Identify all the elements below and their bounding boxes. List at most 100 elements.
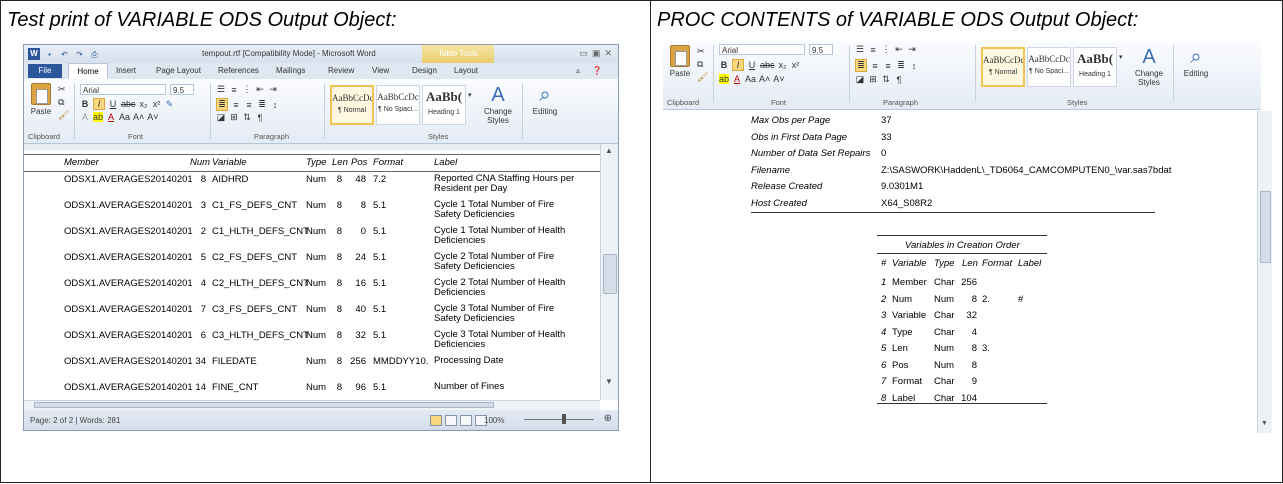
decrease-indent-icon[interactable]: ⇤ xyxy=(255,84,265,95)
style-heading-1[interactable]: AaBb( Heading 1 xyxy=(1073,47,1117,87)
copy-icon[interactable]: ⧉ xyxy=(58,97,64,108)
zoom-slider-knob[interactable] xyxy=(562,414,566,424)
line-spacing-icon[interactable]: ↕ xyxy=(909,61,919,71)
highlight-icon[interactable]: ab xyxy=(719,74,730,84)
scroll-thumb[interactable] xyxy=(603,254,617,294)
editing-button[interactable]: ⌕ Editing xyxy=(1179,45,1213,78)
format-painter-icon[interactable]: 🖌 xyxy=(58,110,69,121)
grow-font-icon[interactable]: A˄ xyxy=(759,74,770,84)
underline-button[interactable]: U xyxy=(108,99,118,109)
numbering-icon[interactable]: ≡ xyxy=(868,45,878,55)
multilevel-list-icon[interactable]: ⋮ xyxy=(881,44,891,55)
change-case-icon[interactable]: Aa xyxy=(745,74,756,84)
bullets-icon[interactable]: ☰ xyxy=(216,84,226,95)
align-left-icon[interactable]: ≣ xyxy=(855,59,867,72)
style-heading-1[interactable]: AaBb( Heading 1 xyxy=(422,85,466,125)
italic-button[interactable]: I xyxy=(732,59,744,71)
increase-indent-icon[interactable]: ⇥ xyxy=(268,84,278,95)
editing-button[interactable]: ⌕ Editing xyxy=(528,83,562,116)
format-painter-icon[interactable]: 🖌 xyxy=(697,72,708,83)
styles-gallery-more-icon[interactable]: ▾ xyxy=(468,91,472,99)
superscript-button[interactable]: x² xyxy=(152,99,162,109)
redo-icon[interactable]: ↷ xyxy=(74,49,85,60)
restore-icon[interactable]: ▣ xyxy=(592,48,601,59)
style-no-spacing[interactable]: AaBbCcDc ¶ No Spaci... xyxy=(1027,47,1071,87)
sort-icon[interactable]: ⇅ xyxy=(881,74,891,85)
help-icon[interactable]: ❓ xyxy=(592,66,602,75)
justify-icon[interactable]: ≣ xyxy=(896,60,906,71)
subscript-button[interactable]: x₂ xyxy=(139,99,149,109)
align-center-icon[interactable]: ≡ xyxy=(231,100,241,110)
scroll-up-icon[interactable]: ▲ xyxy=(605,146,613,155)
shrink-font-icon[interactable]: A˅ xyxy=(147,112,158,122)
font-color-icon[interactable]: A xyxy=(106,112,116,122)
minimize-icon[interactable]: ▭ xyxy=(579,48,588,59)
zoom-in-icon[interactable]: ⊕ xyxy=(604,413,612,424)
shading-icon[interactable]: ◪ xyxy=(855,74,865,85)
align-left-icon[interactable]: ≣ xyxy=(216,98,228,111)
minimize-ribbon-icon[interactable]: ▵ xyxy=(576,66,580,75)
vertical-scrollbar[interactable]: ▲ ▼ xyxy=(600,144,618,400)
line-spacing-icon[interactable]: ↕ xyxy=(270,100,280,110)
zoom-level[interactable]: 100% xyxy=(484,416,504,425)
multilevel-list-icon[interactable]: ⋮ xyxy=(242,84,252,95)
bold-button[interactable]: B xyxy=(80,99,90,109)
zoom-slider[interactable] xyxy=(524,419,594,420)
align-right-icon[interactable]: ≡ xyxy=(883,61,893,71)
undo-icon[interactable]: ↶ xyxy=(59,49,70,60)
change-styles-button[interactable]: A Change Styles xyxy=(1129,45,1169,87)
tab-review[interactable]: Review xyxy=(328,66,354,75)
paste-button[interactable]: Paste xyxy=(667,45,693,85)
bold-button[interactable]: B xyxy=(719,60,729,70)
tab-mailings[interactable]: Mailings xyxy=(276,66,305,75)
styles-gallery-more-icon[interactable]: ▾ xyxy=(1119,53,1123,61)
sort-icon[interactable]: ⇅ xyxy=(242,112,252,123)
vertical-scrollbar[interactable]: ▼ xyxy=(1257,111,1272,433)
change-case-icon[interactable]: Aa xyxy=(119,112,130,122)
print-icon[interactable]: ⎙ xyxy=(89,49,100,60)
copy-icon[interactable]: ⧉ xyxy=(697,59,703,70)
cut-icon[interactable]: ✂ xyxy=(697,46,705,57)
decrease-indent-icon[interactable]: ⇤ xyxy=(894,44,904,55)
subscript-button[interactable]: x₂ xyxy=(778,60,788,70)
cut-icon[interactable]: ✂ xyxy=(58,84,66,95)
tab-view[interactable]: View xyxy=(372,66,389,75)
style-no-spacing[interactable]: AaBbCcDc ¶ No Spaci... xyxy=(376,85,420,125)
justify-icon[interactable]: ≣ xyxy=(257,99,267,110)
font-color-icon[interactable]: A xyxy=(732,74,742,84)
scroll-thumb[interactable] xyxy=(1260,191,1271,263)
borders-icon[interactable]: ⊞ xyxy=(868,74,878,85)
hscroll-thumb[interactable] xyxy=(34,402,494,408)
font-name-box[interactable]: Arial xyxy=(80,84,166,95)
paste-button[interactable]: Paste xyxy=(28,83,54,123)
full-screen-icon[interactable] xyxy=(445,415,457,426)
italic-button[interactable]: I xyxy=(93,98,105,110)
shading-icon[interactable]: ◪ xyxy=(216,112,226,123)
tab-insert[interactable]: Insert xyxy=(116,66,136,75)
word-app-icon[interactable]: W xyxy=(28,48,40,60)
bullets-icon[interactable]: ☰ xyxy=(855,44,865,55)
align-center-icon[interactable]: ≡ xyxy=(870,61,880,71)
clear-format-icon[interactable]: ✎ xyxy=(165,99,175,110)
highlight-icon[interactable]: ab xyxy=(93,112,104,122)
shrink-font-icon[interactable]: A˅ xyxy=(773,74,784,84)
numbering-icon[interactable]: ≡ xyxy=(229,85,239,95)
close-icon[interactable]: ✕ xyxy=(604,48,612,59)
horizontal-scrollbar[interactable] xyxy=(24,400,600,410)
save-icon[interactable]: ▪ xyxy=(44,49,55,60)
style-normal[interactable]: AaBbCcDc ¶ Normal xyxy=(981,47,1025,87)
tab-page-layout[interactable]: Page Layout xyxy=(156,66,201,75)
scroll-down-icon[interactable]: ▼ xyxy=(1261,420,1268,427)
change-styles-button[interactable]: A Change Styles xyxy=(478,83,518,125)
tab-home[interactable]: Home xyxy=(68,63,108,79)
grow-font-icon[interactable]: A˄ xyxy=(133,112,144,122)
borders-icon[interactable]: ⊞ xyxy=(229,112,239,123)
web-layout-icon[interactable] xyxy=(460,415,472,426)
tab-file[interactable]: File xyxy=(28,64,62,78)
show-marks-icon[interactable]: ¶ xyxy=(255,113,265,123)
font-name-box[interactable]: Arial xyxy=(719,44,805,55)
font-size-box[interactable]: 9.5 xyxy=(170,84,194,95)
tab-layout[interactable]: Layout xyxy=(454,66,478,75)
scroll-down-icon[interactable]: ▼ xyxy=(605,377,613,386)
font-size-box[interactable]: 9.5 xyxy=(809,44,833,55)
